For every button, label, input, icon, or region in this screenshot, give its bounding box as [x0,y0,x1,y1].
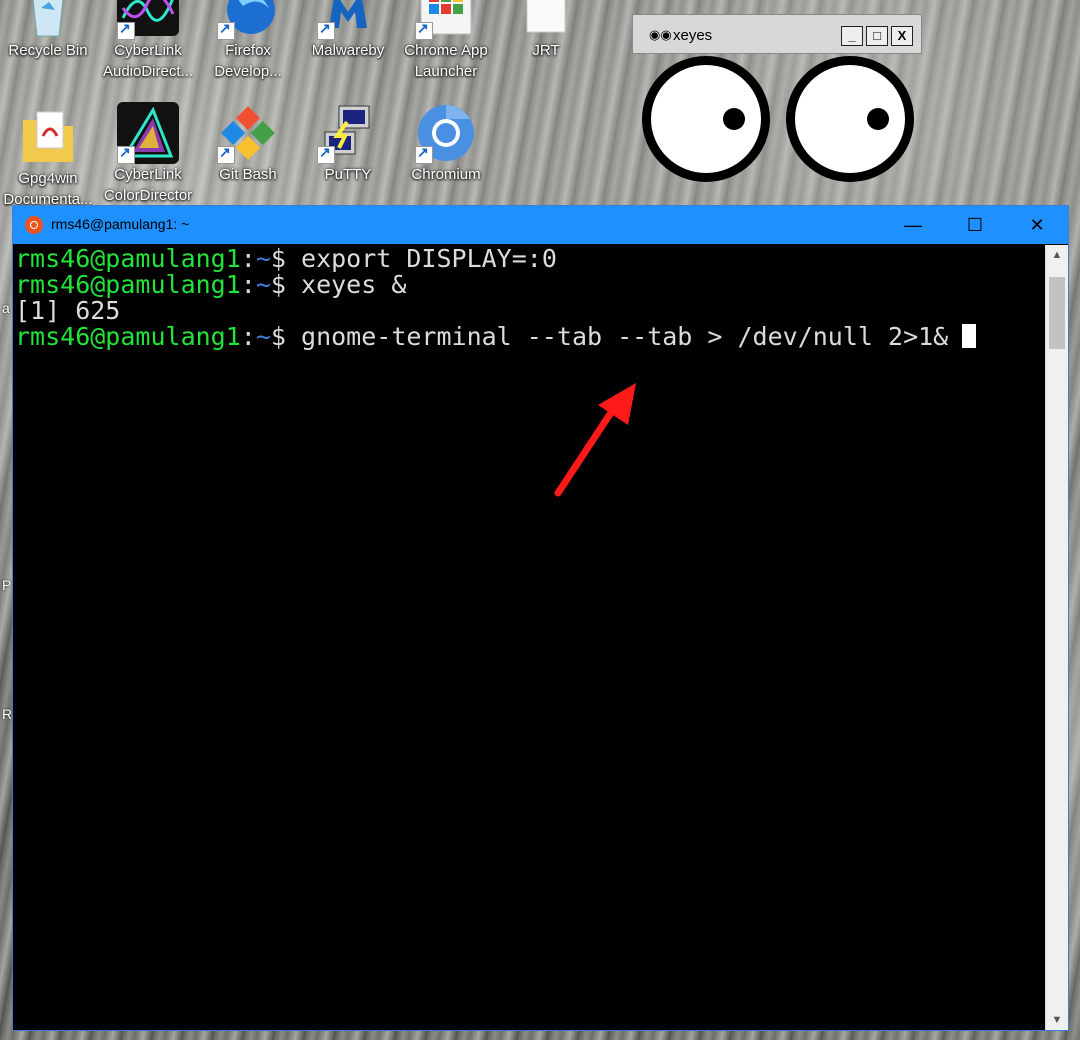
shortcut-arrow-icon [415,20,433,40]
terminal-window[interactable]: rms46@pamulang1: ~ — ☐ ✕ rms46@pamulang1… [12,205,1069,1031]
shortcut-arrow-icon [317,20,335,40]
desktop-edge-text: a [2,300,10,316]
desktop-icon-gpg4win-documentation[interactable]: Gpg4win Documenta... [0,106,96,210]
prompt-path: ~ [255,270,271,299]
scrollbar-thumb[interactable] [1049,277,1065,349]
desktop-icon-label: Recycle Bin [8,42,88,59]
prompt-separator: : [240,244,256,273]
prompt-user: rms46@pamulang1 [15,322,241,351]
shortcut-arrow-icon [117,144,135,164]
jrt-file-icon [515,0,577,40]
prompt-user: rms46@pamulang1 [15,244,241,273]
shortcut-arrow-icon [415,144,433,164]
prompt-user: rms46@pamulang1 [15,270,241,299]
prompt-symbol: $ [270,244,302,273]
xeyes-right-pupil [867,108,889,130]
desktop-icon-firefox-developer[interactable]: Firefox Develop... [200,0,296,82]
desktop-icon-label: Launcher [414,63,478,80]
terminal-screen[interactable]: rms46@pamulang1:~$ export DISPLAY=:0 rms… [15,245,1044,1030]
desktop-icon-git-bash[interactable]: Git Bash [200,102,296,185]
scroll-up-arrow-icon[interactable]: ▲ [1046,245,1068,265]
gpg4win-documentation-icon [17,106,79,168]
firefox-developer-icon [217,0,279,40]
terminal-command: gnome-terminal --tab --tab > /dev/null 2… [301,322,949,351]
prompt-separator: : [240,322,256,351]
desktop-icon-label: Gpg4win [18,170,78,187]
terminal-scrollbar[interactable]: ▲ ▼ [1045,245,1068,1030]
desktop-icon-malwarebytes[interactable]: Malwareby [300,0,396,61]
chrome-app-launcher-icon [415,0,477,40]
desktop-icon-label: CyberLink [114,42,182,59]
terminal-cursor [962,324,977,348]
terminal-line: rms46@pamulang1:~$ export DISPLAY=:0 [15,246,1044,272]
desktop-icon-chromium[interactable]: Chromium [398,102,494,185]
cyberlink-colordirector-icon [117,102,179,164]
shortcut-arrow-icon [217,144,235,164]
desktop-icon-label: Git Bash [219,166,277,183]
git-bash-icon [217,102,279,164]
desktop-edge-text: P [2,577,12,593]
desktop-icon-recycle-bin[interactable]: Recycle Bin [0,0,96,61]
xeyes-title: xeyes [673,27,713,44]
xeyes-left-pupil [723,108,745,130]
terminal-line: rms46@pamulang1:~$ xeyes & [15,272,1044,298]
cyberlink-audiodirector-icon [117,0,179,40]
xeyes-maximize-button[interactable]: □ [866,26,888,46]
desktop-icon-label: Chromium [411,166,481,183]
xeyes-window[interactable]: ◉◉ xeyes _ □ X [632,14,922,184]
desktop-icon-chrome-app-launcher[interactable]: Chrome App Launcher [398,0,494,82]
xeyes-titlebar[interactable]: ◉◉ xeyes _ □ X [632,14,922,54]
terminal-command: export DISPLAY=:0 [301,244,557,273]
recycle-bin-icon [17,0,79,40]
prompt-symbol: $ [270,322,302,351]
terminal-command: xeyes & [301,270,407,299]
annotation-arrow-icon [554,383,636,497]
shortcut-arrow-icon [217,20,235,40]
desktop-icon-label: Chrome App [404,42,488,59]
desktop-icon-label: PuTTY [324,166,372,183]
xeyes-right-eye [786,56,914,182]
terminal-close-button[interactable]: ✕ [1007,206,1067,244]
prompt-symbol: $ [270,270,302,299]
desktop-edge-text: R [2,706,13,722]
terminal-minimize-button[interactable]: — [883,206,943,244]
prompt-path: ~ [255,322,271,351]
desktop-icon-label: AudioDirect... [102,63,194,80]
desktop-icon-label: Develop... [214,63,282,80]
chromium-icon [415,102,477,164]
prompt-separator: : [240,270,256,299]
malwarebytes-icon [317,0,379,40]
terminal-line: rms46@pamulang1:~$ gnome-terminal --tab … [15,324,1044,350]
ubuntu-logo-icon [25,216,43,234]
desktop-icon-putty[interactable]: PuTTY [300,102,396,185]
prompt-path: ~ [255,244,271,273]
terminal-output-line: [1] 625 [15,296,121,325]
desktop-icon-label: Malwareby [311,42,385,59]
terminal-titlebar[interactable]: rms46@pamulang1: ~ — ☐ ✕ [13,206,1068,244]
xeyes-minimize-button[interactable]: _ [841,26,863,46]
xeyes-close-button[interactable]: X [891,26,913,46]
xeyes-app-icon: ◉◉ [649,27,672,42]
desktop-icon-jrt[interactable]: JRT [498,0,594,61]
shortcut-arrow-icon [317,144,335,164]
xeyes-left-eye [642,56,770,182]
desktop-icon-cyberlink-colordirector[interactable]: CyberLink ColorDirector [100,102,196,206]
putty-icon [317,102,379,164]
desktop-icon-label: JRT [532,42,560,59]
desktop-icon-label: CyberLink [114,166,182,183]
terminal-maximize-button[interactable]: ☐ [945,206,1005,244]
desktop-icon-cyberlink-audiodirector[interactable]: CyberLink AudioDirect... [100,0,196,82]
terminal-title: rms46@pamulang1: ~ [51,216,190,232]
scroll-down-arrow-icon[interactable]: ▼ [1046,1010,1068,1030]
shortcut-arrow-icon [117,20,135,40]
desktop-icon-label: Firefox [225,42,271,59]
desktop-icon-label: ColorDirector [103,187,193,204]
